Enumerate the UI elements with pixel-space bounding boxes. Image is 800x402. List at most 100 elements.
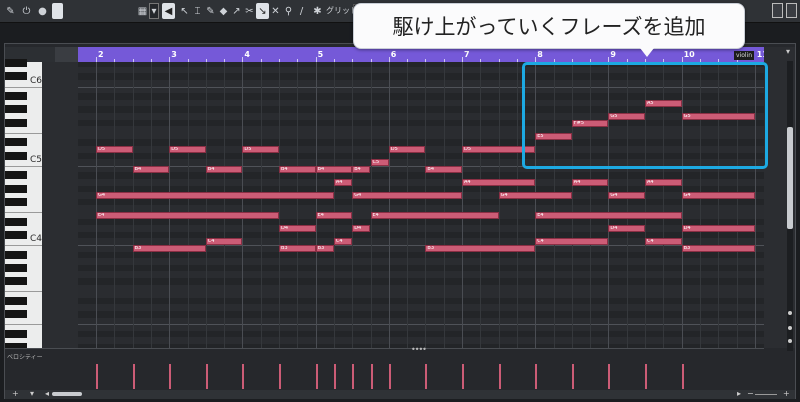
midi-note[interactable]: E4 <box>370 212 499 219</box>
midi-note[interactable]: C5 <box>370 159 389 167</box>
midi-note[interactable]: C4 <box>333 238 353 246</box>
arrow-tool-icon[interactable]: ↖ <box>178 3 191 19</box>
black-key[interactable] <box>5 296 27 305</box>
lane-resize-handle[interactable]: •••• <box>411 345 427 354</box>
velocity-bar[interactable] <box>279 364 281 389</box>
velocity-bar[interactable] <box>370 364 373 389</box>
midi-note[interactable]: C4 <box>535 238 609 246</box>
midi-note[interactable]: B4 <box>279 165 316 173</box>
midi-note[interactable]: E4 <box>315 212 353 219</box>
velocity-bar[interactable] <box>681 364 684 389</box>
black-key[interactable] <box>5 277 27 285</box>
black-key[interactable] <box>5 263 27 272</box>
black-key[interactable] <box>5 59 27 68</box>
black-key[interactable] <box>5 250 27 259</box>
black-key[interactable] <box>5 118 27 127</box>
black-key[interactable] <box>5 230 27 239</box>
midi-note[interactable]: A4 <box>462 179 536 186</box>
zoom-out-button[interactable]: − <box>747 389 754 398</box>
settings-panel-icon[interactable] <box>786 3 797 18</box>
midi-note[interactable]: G4 <box>681 192 755 200</box>
velocity-bar[interactable] <box>352 364 355 389</box>
black-key[interactable] <box>5 310 27 318</box>
midi-note[interactable]: C4 <box>645 238 682 246</box>
midi-note[interactable]: G4 <box>352 192 462 200</box>
velocity-bar[interactable] <box>96 364 98 389</box>
midi-note[interactable]: G4 <box>608 192 645 200</box>
vertical-scrollbar[interactable]: ▾ <box>764 47 795 351</box>
scroll-right-arrow-icon[interactable]: ▸ <box>737 389 741 398</box>
snap-icon[interactable]: ✱ <box>311 3 324 19</box>
velocity-bar[interactable] <box>169 364 172 389</box>
midi-note[interactable]: B3 <box>681 245 755 252</box>
scroll-down-arrow-icon[interactable]: ▾ <box>786 47 790 56</box>
velocity-bar[interactable] <box>205 364 208 389</box>
ruler[interactable] <box>78 47 764 62</box>
midi-note[interactable]: D5 <box>169 146 206 153</box>
velocity-bar[interactable] <box>315 364 318 389</box>
velocity-bar[interactable] <box>242 364 245 389</box>
scroll-thumb[interactable] <box>787 127 793 229</box>
midi-note[interactable]: E4 <box>96 212 279 219</box>
mute-tool-icon[interactable]: ✕ <box>269 3 282 19</box>
midi-note[interactable]: A4 <box>571 179 609 186</box>
velocity-bar[interactable] <box>462 364 464 389</box>
power-icon[interactable]: ⏻ <box>20 3 33 19</box>
midi-note[interactable]: D5 <box>242 146 279 153</box>
range-tool-icon[interactable]: ⌶ <box>191 3 204 19</box>
midi-note[interactable]: C4 <box>205 238 243 246</box>
split-tool-icon[interactable]: ✂ <box>243 3 256 19</box>
black-key[interactable] <box>5 92 27 101</box>
add-lane-button[interactable]: + <box>12 389 19 398</box>
midi-note[interactable]: G4 <box>498 192 572 200</box>
zoom-dot-icon[interactable] <box>788 311 792 315</box>
line-tool-icon[interactable]: / <box>295 3 308 19</box>
midi-note[interactable]: B4 <box>425 165 462 173</box>
velocity-bar[interactable] <box>608 364 611 389</box>
velocity-bar[interactable] <box>333 364 336 389</box>
dropdown-arrow-icon[interactable]: ▾ <box>149 3 159 19</box>
color-icon[interactable]: ▦ <box>136 3 149 19</box>
midi-note[interactable]: D4 <box>608 225 645 233</box>
midi-note[interactable]: D4 <box>279 225 316 233</box>
velocity-bar[interactable] <box>425 364 428 389</box>
square-icon[interactable] <box>52 3 63 19</box>
speaker-icon[interactable]: ◀ <box>162 3 175 19</box>
midi-note[interactable]: D4 <box>352 225 371 233</box>
black-key[interactable] <box>5 184 27 193</box>
midi-note[interactable]: B3 <box>279 245 316 252</box>
velocity-bar[interactable] <box>132 364 135 389</box>
midi-note[interactable]: B3 <box>425 245 536 252</box>
lane-menu-icon[interactable]: ▾ <box>30 389 34 398</box>
zoom-in-button[interactable]: + <box>783 389 790 398</box>
trim-tool-icon[interactable]: ↗ <box>230 3 243 19</box>
eraser-tool-icon[interactable]: ◆ <box>217 3 230 19</box>
midi-note[interactable]: B4 <box>205 165 243 173</box>
midi-note[interactable]: D5 <box>96 146 133 153</box>
pin-icon[interactable]: ✎ <box>4 3 17 19</box>
midi-note[interactable]: B4 <box>352 165 371 173</box>
record-icon[interactable]: ● <box>36 3 49 19</box>
velocity-lane[interactable]: ベロシティー <box>5 348 764 391</box>
black-key[interactable] <box>5 138 27 147</box>
pencil-tool-icon[interactable]: ✎ <box>204 3 217 19</box>
black-key[interactable] <box>5 197 27 206</box>
midi-note[interactable]: G4 <box>96 192 334 200</box>
midi-note[interactable]: A4 <box>645 179 682 186</box>
black-key[interactable] <box>5 329 27 338</box>
black-key[interactable] <box>5 151 27 160</box>
midi-note[interactable]: B4 <box>132 165 170 173</box>
black-key[interactable] <box>5 72 27 81</box>
horizontal-zoom-slider[interactable] <box>755 394 777 395</box>
midi-note[interactable]: D4 <box>681 225 755 233</box>
velocity-bar[interactable] <box>498 364 501 389</box>
black-key[interactable] <box>5 171 27 180</box>
zoom-dot-icon[interactable] <box>788 339 792 343</box>
horizontal-scroll-thumb[interactable] <box>52 392 82 396</box>
scroll-left-arrow-icon[interactable]: ◂ <box>45 389 49 398</box>
glue-tool-icon[interactable]: ↘ <box>256 3 269 19</box>
midi-note[interactable]: B4 <box>315 165 353 173</box>
midi-note[interactable]: A4 <box>333 179 353 186</box>
velocity-bar[interactable] <box>388 364 391 389</box>
black-key[interactable] <box>5 217 27 226</box>
